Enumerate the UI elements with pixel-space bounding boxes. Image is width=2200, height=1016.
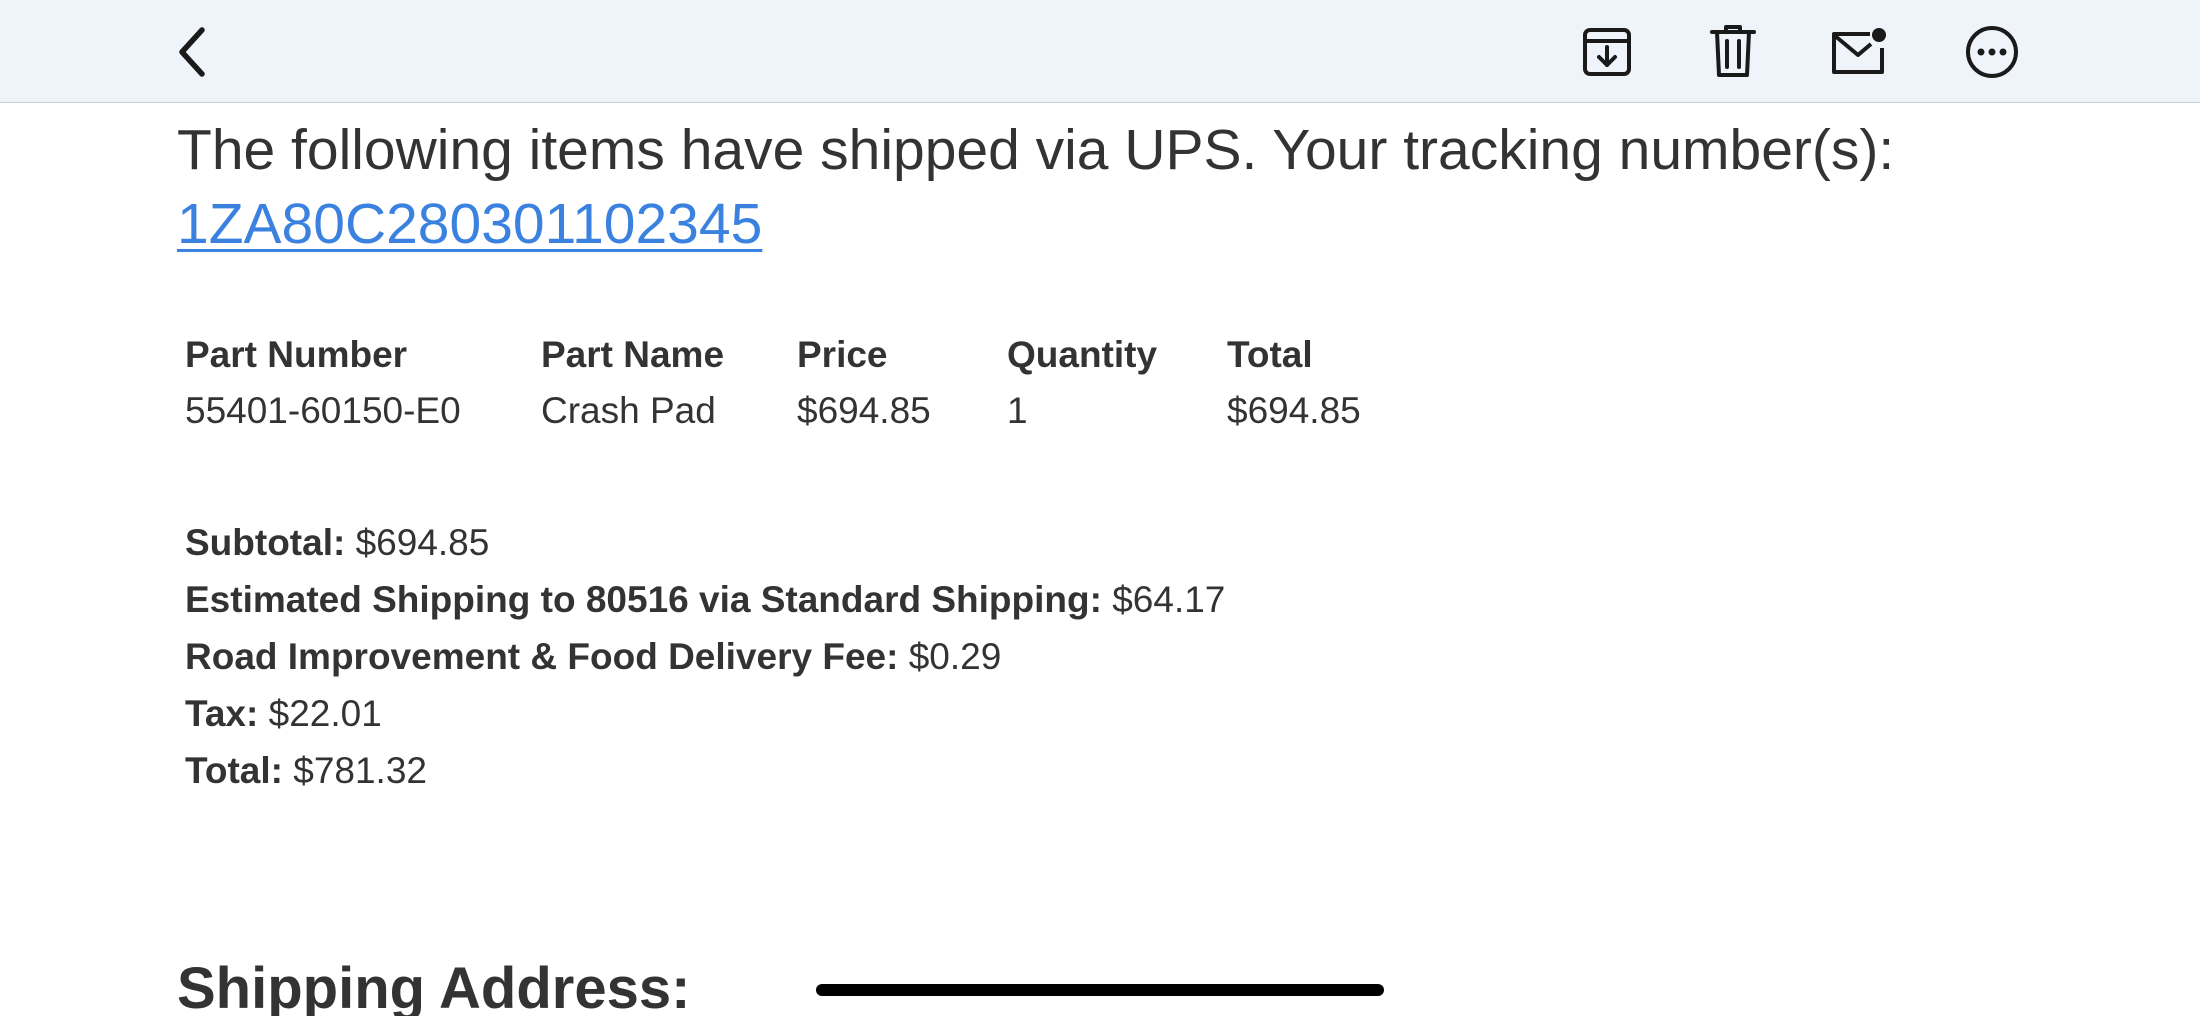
table-row: 55401-60150-E0 Crash Pad $694.85 1 $694.… [177, 390, 1435, 440]
shipping-address-heading: Shipping Address: [177, 956, 691, 1016]
cell-part-number: 55401-60150-E0 [185, 390, 461, 431]
fee-value: $0.29 [908, 636, 1002, 677]
more-button[interactable] [1960, 20, 2024, 84]
subtotal-label: Subtotal: [185, 522, 346, 563]
tax-value: $22.01 [268, 693, 382, 734]
header-quantity: Quantity [1007, 334, 1158, 375]
shipment-intro: The following items have shipped via UPS… [177, 113, 2137, 261]
tax-row: Tax: $22.01 [185, 685, 1225, 742]
header-part-name: Part Name [541, 334, 725, 375]
header-part-number: Part Number [185, 334, 408, 375]
header-total: Total [1227, 334, 1313, 375]
total-value: $781.32 [293, 750, 427, 791]
email-toolbar [0, 0, 2200, 103]
home-indicator[interactable] [816, 984, 1384, 996]
intro-text: The following items have shipped via UPS… [177, 118, 1895, 182]
subtotal-row: Subtotal: $694.85 [185, 514, 1225, 571]
back-button[interactable] [160, 20, 224, 84]
header-price: Price [797, 334, 888, 375]
email-body: The following items have shipped via UPS… [0, 103, 2200, 1016]
archive-button[interactable] [1575, 20, 1639, 84]
trash-button[interactable] [1701, 20, 1765, 84]
shipping-value: $64.17 [1112, 579, 1226, 620]
chevron-left-icon [179, 27, 205, 77]
tax-label: Tax: [185, 693, 259, 734]
total-row: Total: $781.32 [185, 742, 1225, 799]
parts-table: Part Number Part Name Price Quantity Tot… [177, 334, 1435, 440]
ellipsis-circle-icon [1966, 26, 2018, 78]
shipping-row: Estimated Shipping to 80516 via Standard… [185, 571, 1225, 628]
cell-price: $694.85 [797, 390, 931, 431]
subtotal-value: $694.85 [355, 522, 490, 563]
cell-part-name: Crash Pad [541, 390, 716, 431]
mark-unread-button[interactable] [1826, 20, 1890, 84]
fee-row: Road Improvement & Food Delivery Fee: $0… [185, 628, 1225, 685]
trash-icon [1710, 25, 1756, 77]
cell-quantity: 1 [1007, 390, 1028, 431]
shipping-label: Estimated Shipping to 80516 via Standard… [185, 579, 1102, 620]
cell-total: $694.85 [1227, 390, 1361, 431]
order-summary: Subtotal: $694.85 Estimated Shipping to … [185, 514, 1225, 799]
fee-label: Road Improvement & Food Delivery Fee: [185, 636, 899, 677]
total-label: Total: [185, 750, 283, 791]
envelope-unread-icon [1832, 28, 1886, 74]
table-header-row: Part Number Part Name Price Quantity Tot… [177, 334, 1435, 390]
archive-tray-icon [1583, 28, 1631, 76]
tracking-number-link[interactable]: 1ZA80C280301102345 [177, 192, 762, 256]
